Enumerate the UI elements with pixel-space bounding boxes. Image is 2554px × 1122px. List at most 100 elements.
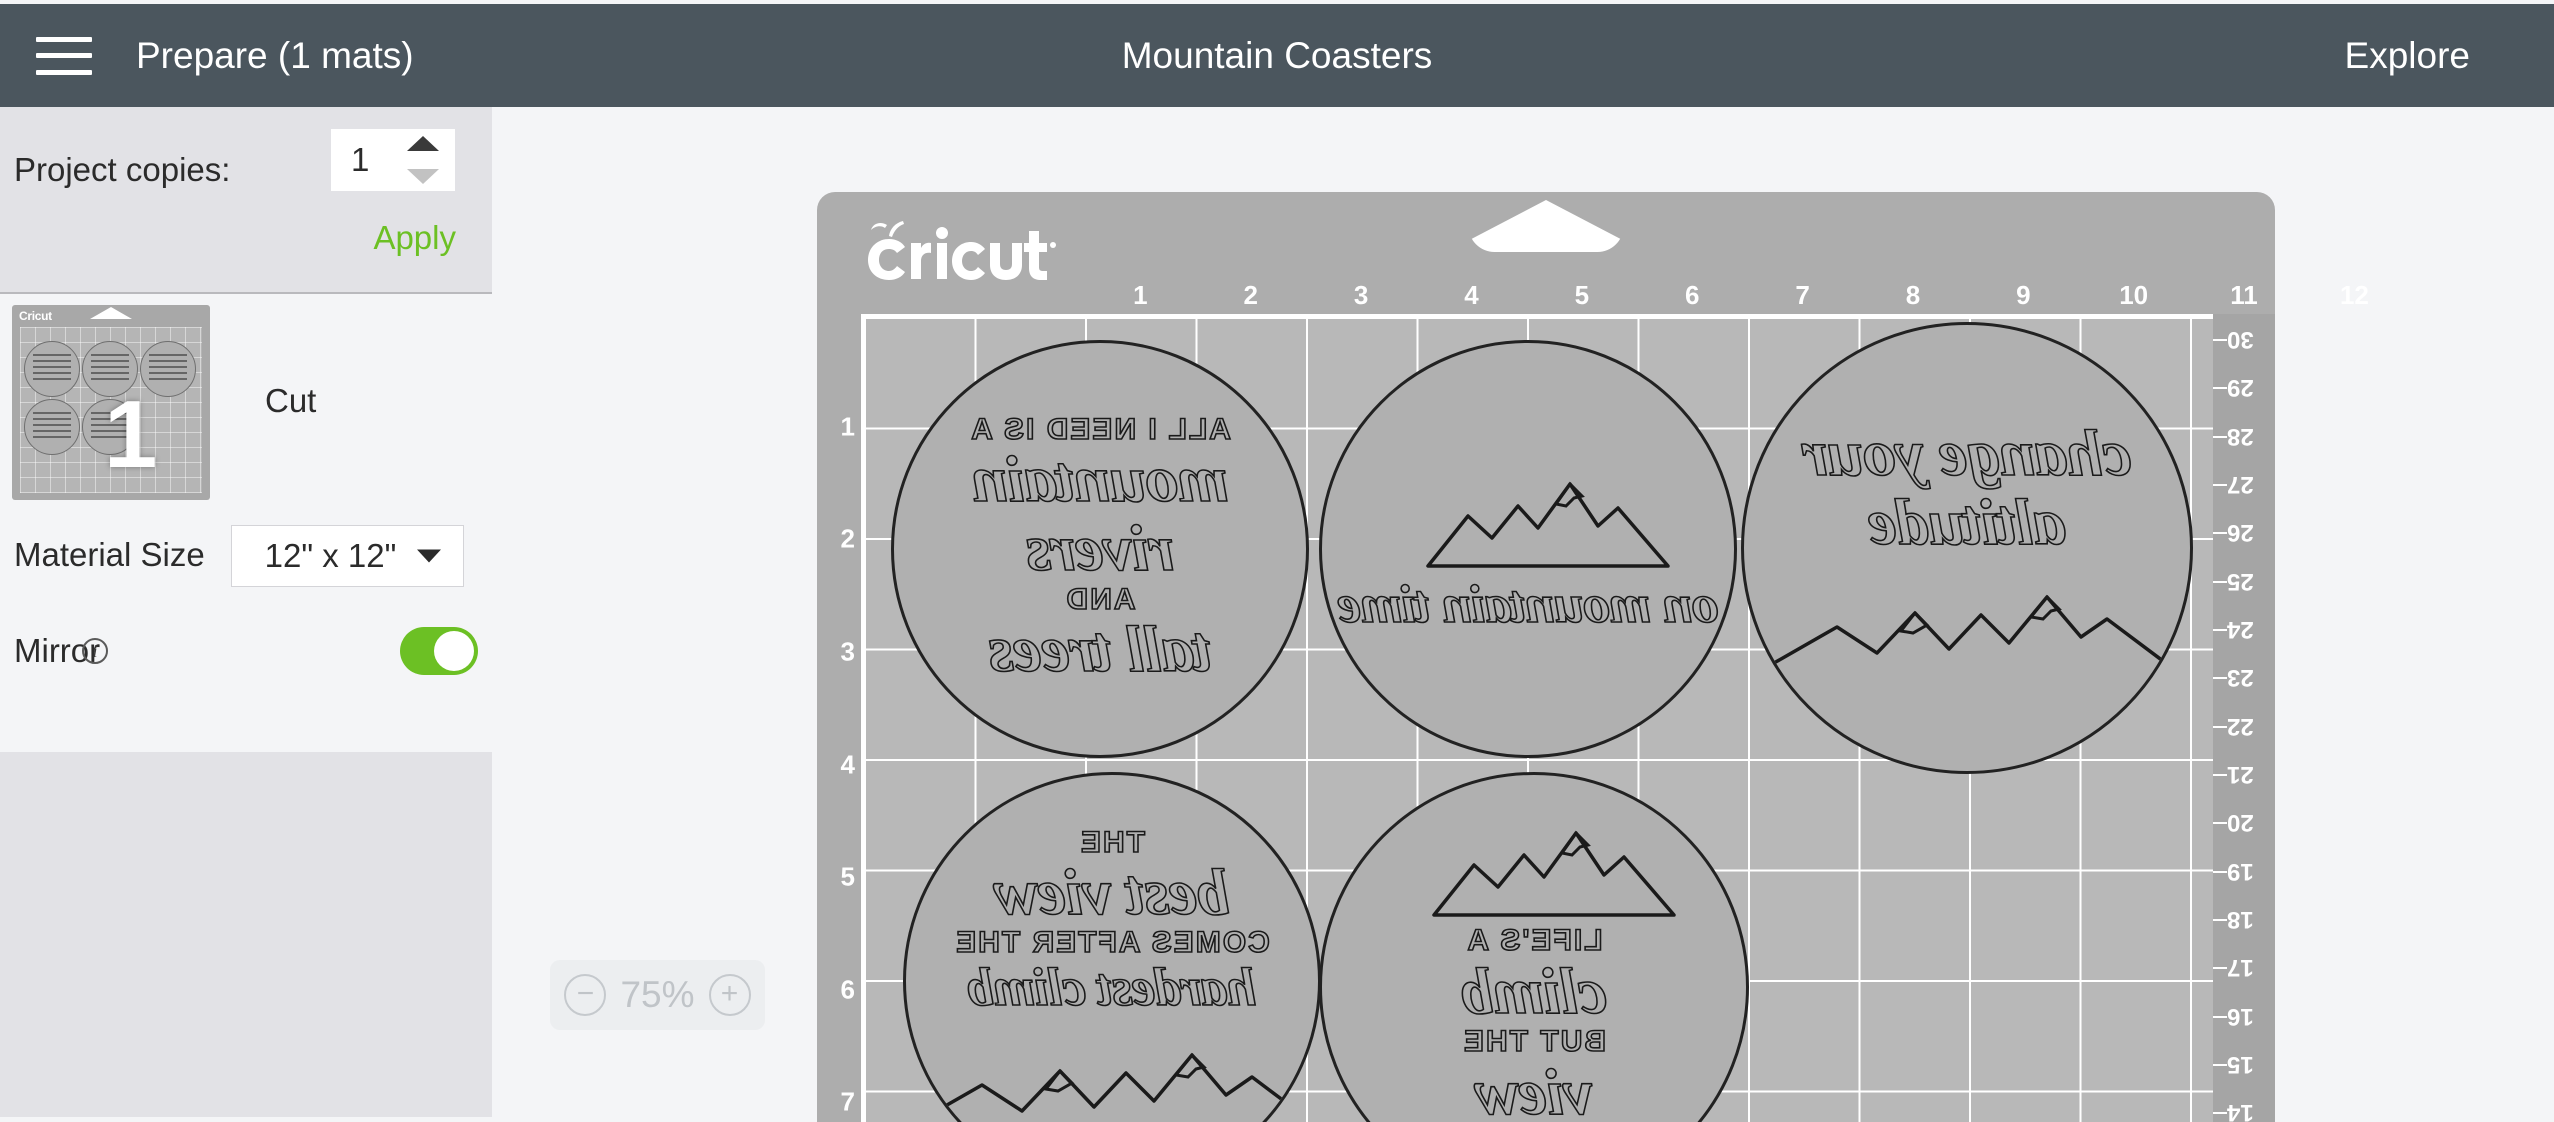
- project-copies-value[interactable]: 1: [351, 141, 369, 179]
- ruler-right-mark: [2213, 918, 2227, 921]
- apply-button[interactable]: Apply: [373, 219, 456, 257]
- coaster-text-line: mountain: [971, 442, 1229, 517]
- hamburger-menu-icon[interactable]: [36, 36, 92, 75]
- ruler-right-mark: [2213, 677, 2227, 680]
- ruler-left-tick: 5: [840, 861, 855, 892]
- coaster-text-line: hardest climb: [967, 956, 1257, 1018]
- ruler-top-tick: 10: [2119, 280, 2149, 310]
- coaster-text-line: change your: [1802, 416, 2132, 491]
- mirror-toggle[interactable]: [400, 627, 478, 675]
- ruler-right-mark: [2213, 725, 2227, 728]
- ruler-right-tick: 23: [2227, 664, 2254, 692]
- coaster-text-line: THE: [1078, 825, 1146, 860]
- ruler-top-tick: 4: [1464, 280, 1479, 310]
- thumb-design-lines: [32, 411, 72, 439]
- ruler-top-tick: 7: [1795, 280, 1810, 310]
- ruler-top: 1 2 3 4 5 6 7 8 9 10 11 12: [1030, 280, 2369, 314]
- mountain-range-illustration: [911, 1053, 1318, 1122]
- toggle-knob: [434, 631, 474, 671]
- ruler-left-tick: 3: [840, 636, 855, 667]
- ruler-right-tick: 16: [2227, 1002, 2254, 1030]
- ruler-right-tick: 27: [2227, 471, 2254, 499]
- caret-up-icon[interactable]: [407, 136, 439, 151]
- explore-button[interactable]: Explore: [2345, 35, 2470, 77]
- ruler-right-tick: 20: [2227, 809, 2254, 837]
- material-size-label: Material Size: [14, 536, 205, 573]
- plus-circle-icon[interactable]: +: [708, 974, 751, 1016]
- mat-list-item[interactable]: Cricut 1 Cut: [0, 294, 492, 507]
- coaster-text-line: tall trees: [988, 612, 1212, 687]
- hamburger-bar: [36, 53, 92, 58]
- ruler-top-tick: 11: [2230, 280, 2258, 310]
- coaster-text-line: AND: [1064, 582, 1137, 617]
- ruler-left: 1 2 3 4 5 6 7: [817, 314, 861, 1122]
- ruler-left-tick: 6: [840, 974, 855, 1005]
- mountain-range-illustration: [1766, 595, 2173, 669]
- ruler-top-tick: 1: [1133, 280, 1148, 310]
- zoom-level-value: 75%: [620, 974, 695, 1015]
- ruler-left-tick: 4: [840, 749, 855, 780]
- project-copies-label: Project copies:: [14, 151, 231, 188]
- chevron-down-icon: [417, 549, 441, 563]
- ruler-right-mark: [2213, 967, 2227, 970]
- ruler-right-mark: [2213, 870, 2227, 873]
- hamburger-bar: [36, 36, 92, 42]
- thumb-design-lines: [148, 353, 188, 381]
- mat-thumbnail[interactable]: Cricut 1: [12, 305, 210, 500]
- ruler-right-tick: 29: [2227, 374, 2254, 402]
- info-icon[interactable]: i: [82, 638, 108, 664]
- ruler-right-mark: [2213, 773, 2227, 776]
- cricut-logo: [868, 221, 1056, 280]
- mat-canvas-area[interactable]: − 75% + 1 2 3 4 5 6 7 8 9 10 11 12 1234567 30 29 28 27…: [492, 107, 2554, 1122]
- mirror-row: Mirror i: [0, 603, 492, 699]
- ruler-right-tick: 28: [2227, 422, 2254, 450]
- coaster-lifes-a-climb[interactable]: LIFE'S AclimbBUT THEviewIS GREAT: [1319, 772, 1749, 1122]
- coaster-text-line: COMES AFTER THE: [953, 925, 1270, 960]
- coaster-text-line: LIFE'S A: [1465, 924, 1604, 959]
- thumb-coaster: [24, 399, 80, 455]
- mat-tab-shape-icon: [90, 307, 132, 319]
- material-size-select[interactable]: 12" x 12": [231, 525, 464, 587]
- ruler-right-mark: [2213, 822, 2227, 825]
- coaster-change-altitude[interactable]: change your altitude: [1741, 322, 2193, 774]
- ruler-right-mark: [2213, 1015, 2227, 1018]
- caret-down-icon[interactable]: [407, 169, 439, 184]
- ruler-left-tick: 2: [840, 523, 855, 554]
- ruler-right-tick: 21: [2227, 760, 2254, 788]
- ruler-right-tick: 17: [2227, 954, 2254, 982]
- ruler-right-tick: 24: [2227, 616, 2254, 644]
- ruler-right-tick: 22: [2227, 712, 2254, 740]
- sidebar-bottom-panel: [0, 752, 492, 1117]
- coaster-best-view[interactable]: THE best view COMES AFTER THE hardest climb: [903, 772, 1321, 1122]
- project-copies-panel: Project copies: 1 Apply: [0, 107, 492, 294]
- ruler-right-mark: [2213, 580, 2227, 583]
- ruler-right-tick: 18: [2227, 905, 2254, 933]
- coaster-text-line: view: [1475, 1055, 1594, 1122]
- ruler-right-tick: 30: [2227, 326, 2254, 354]
- mountain-illustration: [1432, 831, 1676, 918]
- coaster-text-line: on mountain time: [1337, 573, 1719, 635]
- cricut-logo-thumb: Cricut: [19, 309, 52, 323]
- coaster-text-line: rivers: [1025, 512, 1175, 587]
- material-size-row: Material Size 12" x 12": [0, 507, 492, 603]
- coaster-text-line: ALL I NEED IS A: [968, 412, 1231, 447]
- design-layer[interactable]: ALL I NEED IS Amountain rivers AND tall tre…: [861, 314, 2213, 1122]
- ruler-top-tick: 9: [2016, 280, 2031, 310]
- coaster-text-line: best view: [994, 855, 1230, 930]
- coaster-text-line: climb: [1461, 954, 1608, 1029]
- ruler-right-tick: 15: [2227, 1050, 2254, 1078]
- mountain-illustration: [1426, 481, 1670, 568]
- project-copies-stepper[interactable]: 1: [331, 129, 455, 191]
- minus-circle-icon[interactable]: −: [564, 974, 607, 1016]
- coaster-mountain-time[interactable]: on mountain time: [1319, 340, 1737, 758]
- cutting-mat[interactable]: 1 2 3 4 5 6 7 8 9 10 11 12 1234567 30 29 28 27 26 25 24 23…: [817, 192, 2369, 1122]
- coaster-all-i-need[interactable]: ALL I NEED IS Amountain rivers AND tall tre…: [891, 340, 1309, 758]
- ruler-top-tick: 3: [1353, 280, 1369, 310]
- ruler-right-mark: [2213, 484, 2227, 487]
- ruler-right-mark: [2213, 1112, 2227, 1115]
- coaster-text-line: BUT THE: [1461, 1024, 1607, 1059]
- ruler-right-tick: 19: [2227, 857, 2254, 885]
- ruler-top-tick: 8: [1905, 280, 1921, 310]
- ruler-left-tick: 7: [840, 1086, 855, 1117]
- ruler-top-tick: 2: [1243, 280, 1258, 310]
